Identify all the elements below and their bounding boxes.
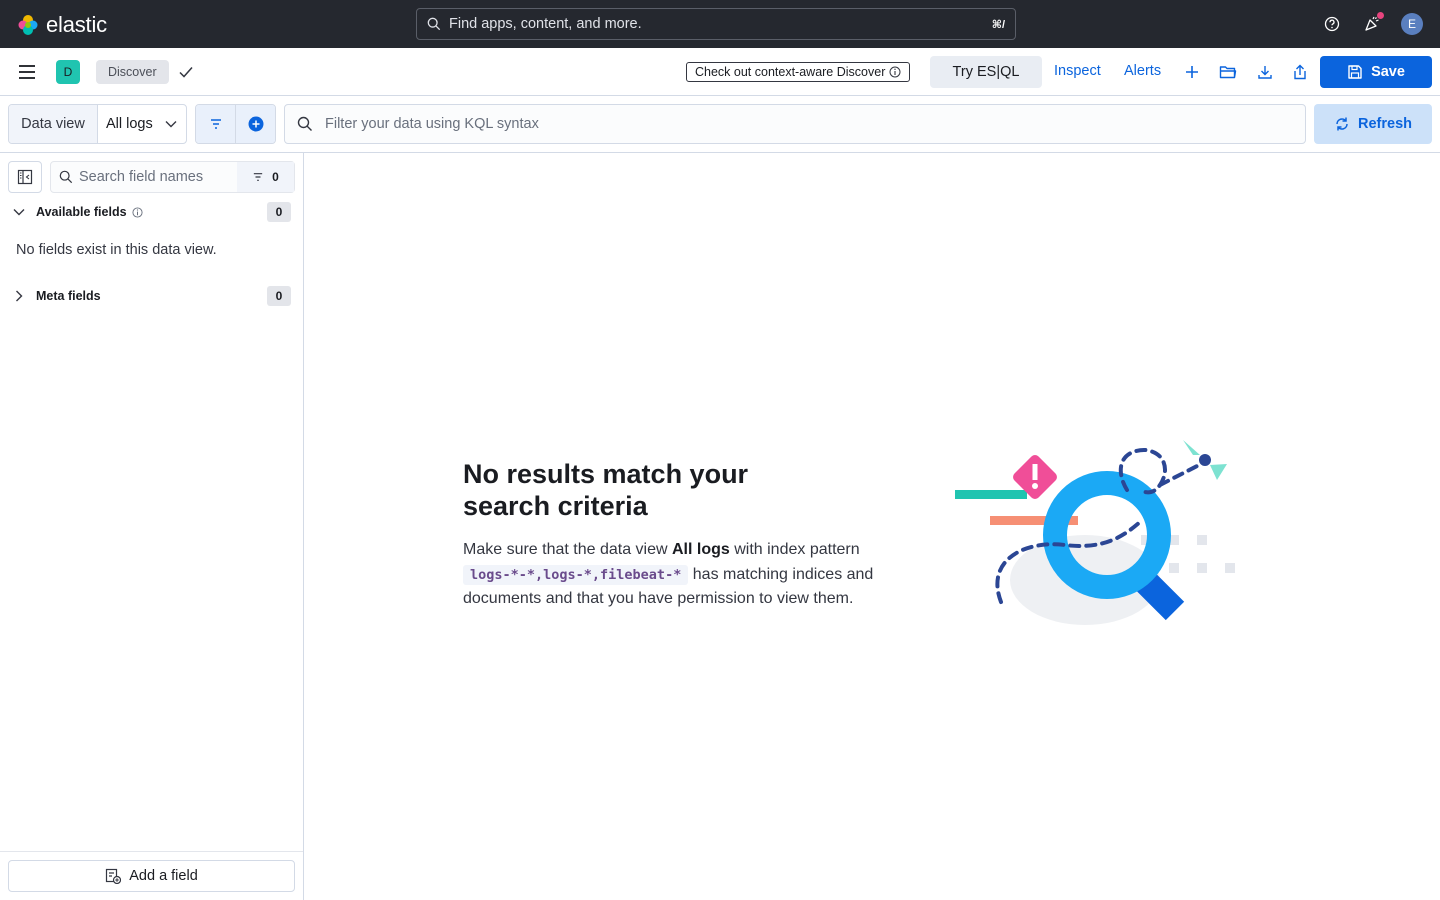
data-view-name: All logs bbox=[672, 541, 730, 558]
alerts-button[interactable]: Alerts bbox=[1124, 63, 1161, 79]
open-folder-icon[interactable] bbox=[1218, 62, 1238, 82]
save-button[interactable]: Save bbox=[1320, 56, 1432, 88]
filter-menu-button[interactable] bbox=[196, 105, 236, 143]
sidebar-divider bbox=[0, 851, 303, 852]
field-search-placeholder: Search field names bbox=[79, 169, 204, 185]
field-search-input[interactable]: Search field names 0 bbox=[50, 161, 295, 193]
new-search-icon[interactable] bbox=[1182, 62, 1202, 82]
body-mid: with index pattern bbox=[729, 541, 860, 558]
inspect-button[interactable]: Inspect bbox=[1054, 63, 1101, 79]
breadcrumb-discover[interactable]: Discover bbox=[96, 60, 169, 84]
field-type-filter-button[interactable]: 0 bbox=[237, 162, 294, 192]
collapse-panel-icon bbox=[17, 169, 33, 185]
field-list-sidebar: Search field names 0 Available fields 0 … bbox=[0, 153, 304, 900]
logo-text: elastic bbox=[46, 12, 107, 37]
meta-fields-count: 0 bbox=[267, 286, 291, 306]
no-results-illustration bbox=[945, 430, 1245, 640]
elastic-logo-icon bbox=[18, 15, 38, 35]
refresh-button[interactable]: Refresh bbox=[1314, 104, 1432, 144]
refresh-label: Refresh bbox=[1358, 116, 1412, 132]
kql-placeholder: Filter your data using KQL syntax bbox=[325, 116, 539, 132]
filter-controls bbox=[195, 104, 276, 144]
global-search-input[interactable]: Find apps, content, and more. ⌘/ bbox=[416, 8, 1016, 40]
download-icon[interactable] bbox=[1255, 62, 1275, 82]
menu-icon[interactable] bbox=[18, 64, 36, 80]
add-filter-button[interactable] bbox=[236, 105, 275, 143]
kql-search-input[interactable]: Filter your data using KQL syntax bbox=[284, 104, 1306, 144]
help-icon[interactable] bbox=[1322, 14, 1342, 34]
info-icon bbox=[889, 66, 901, 78]
query-bar: Data view All logs Filter your data usin… bbox=[0, 96, 1440, 153]
empty-state-title: No results match your search criteria bbox=[463, 459, 749, 521]
filter-icon bbox=[210, 119, 221, 129]
context-aware-discover-button[interactable]: Check out context-aware Discover bbox=[686, 62, 911, 82]
refresh-icon bbox=[1336, 117, 1348, 131]
body-prefix: Make sure that the data view bbox=[463, 541, 672, 558]
context-aware-label: Check out context-aware Discover bbox=[695, 65, 886, 79]
data-view-label: Data view bbox=[9, 105, 98, 143]
data-view-select[interactable]: All logs bbox=[98, 105, 186, 143]
empty-state-body: Make sure that the data view All logs wi… bbox=[463, 538, 913, 612]
available-fields-header[interactable]: Available fields 0 bbox=[8, 200, 295, 224]
no-fields-message: No fields exist in this data view. bbox=[16, 242, 217, 258]
share-icon[interactable] bbox=[1290, 62, 1310, 82]
add-field-button[interactable]: Add a field bbox=[8, 860, 295, 892]
filter-count: 0 bbox=[272, 170, 279, 184]
notification-dot bbox=[1376, 11, 1385, 20]
chevron-down-icon bbox=[13, 209, 25, 216]
available-fields-count: 0 bbox=[267, 202, 291, 222]
check-icon bbox=[178, 64, 194, 80]
keyboard-shortcut: ⌘/ bbox=[991, 18, 1005, 31]
space-avatar[interactable]: D bbox=[56, 60, 80, 84]
meta-fields-header[interactable]: Meta fields 0 bbox=[8, 284, 295, 308]
global-header: elastic Find apps, content, and more. ⌘/… bbox=[0, 0, 1440, 48]
save-icon bbox=[1348, 65, 1362, 79]
user-avatar[interactable]: E bbox=[1401, 13, 1423, 35]
save-label: Save bbox=[1371, 64, 1405, 80]
meta-fields-label: Meta fields bbox=[36, 289, 101, 303]
elastic-logo[interactable]: elastic bbox=[16, 12, 107, 38]
chevron-right-icon bbox=[16, 290, 23, 302]
add-field-icon bbox=[106, 868, 122, 884]
info-icon[interactable] bbox=[132, 206, 143, 218]
search-icon bbox=[59, 170, 73, 184]
plus-circle-icon bbox=[248, 116, 263, 132]
chevron-down-icon bbox=[165, 121, 177, 128]
collapse-sidebar-button[interactable] bbox=[8, 161, 42, 193]
try-esql-button[interactable]: Try ES|QL bbox=[930, 56, 1042, 88]
data-view-value: All logs bbox=[106, 116, 153, 132]
data-view-picker[interactable]: Data view All logs bbox=[8, 104, 187, 144]
search-icon bbox=[297, 116, 312, 131]
available-fields-label: Available fields bbox=[36, 205, 127, 219]
filter-icon bbox=[253, 173, 263, 181]
index-pattern-code: logs-*-*,logs-*,filebeat-* bbox=[463, 564, 689, 585]
add-field-label: Add a field bbox=[129, 868, 198, 884]
search-icon bbox=[427, 17, 441, 31]
global-search-placeholder: Find apps, content, and more. bbox=[449, 16, 642, 32]
